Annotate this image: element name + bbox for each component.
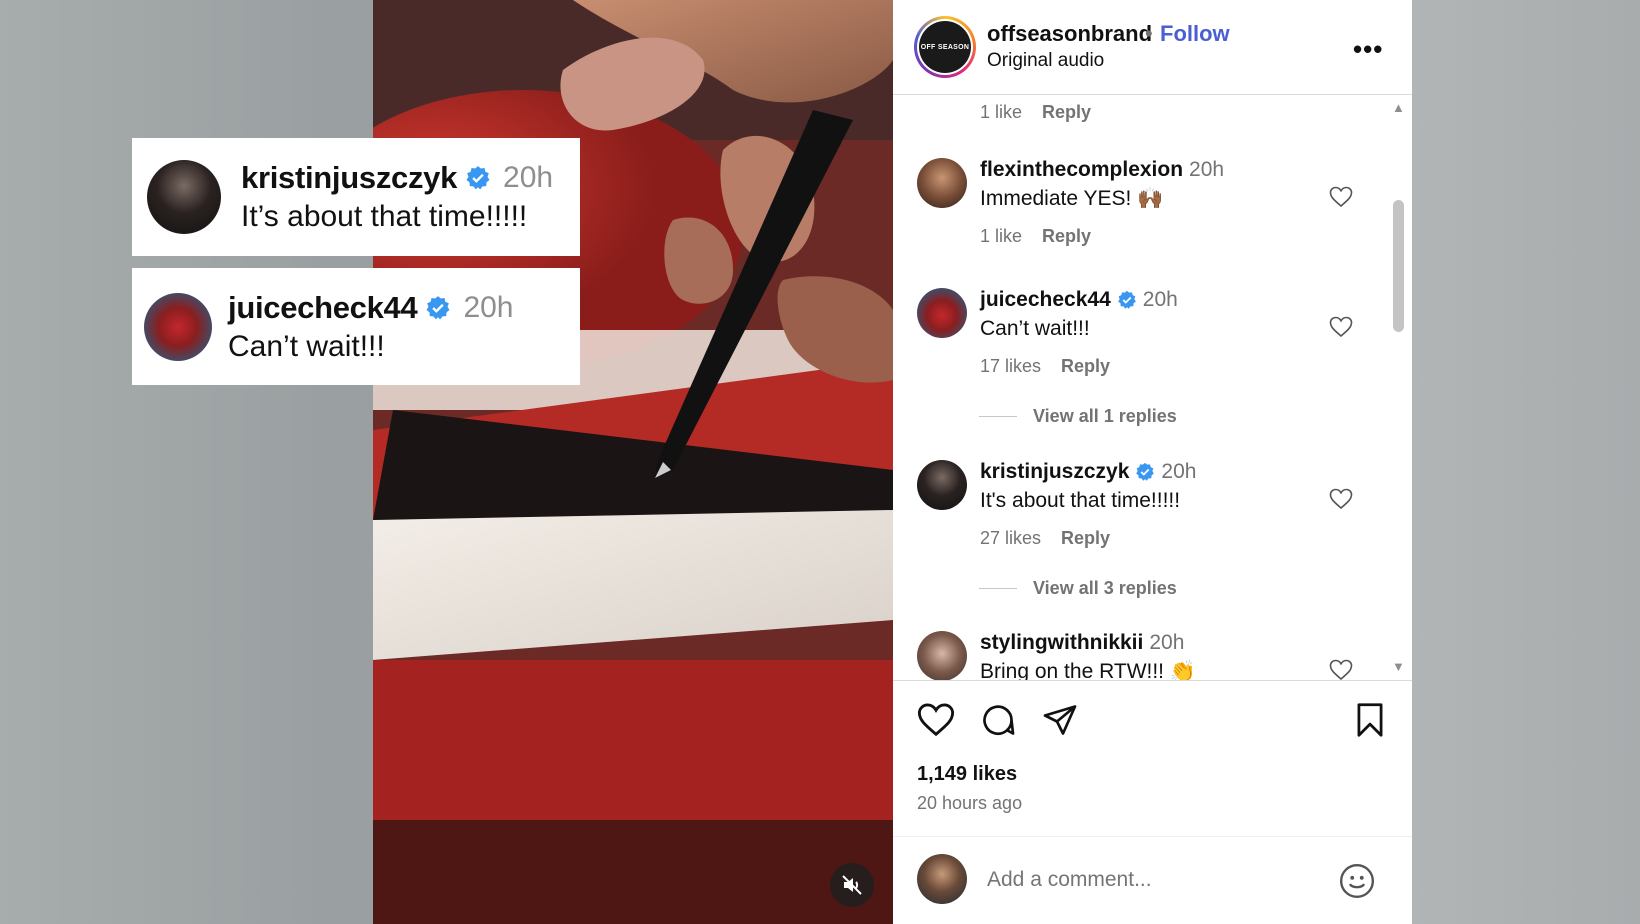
audio-label[interactable]: Original audio	[987, 50, 1104, 72]
add-comment-bar	[893, 836, 1412, 924]
share-icon[interactable]	[1041, 702, 1079, 738]
mute-button[interactable]	[830, 863, 874, 907]
divider	[979, 588, 1017, 589]
likes-count[interactable]: 1 like	[980, 102, 1022, 123]
reply-button[interactable]: Reply	[1061, 356, 1110, 377]
comment-time[interactable]: 20h	[1189, 158, 1224, 182]
avatar[interactable]	[917, 460, 967, 510]
scroll-up-arrow-icon[interactable]: ▲	[1392, 100, 1405, 115]
scrollbar-thumb[interactable]	[1393, 200, 1404, 332]
post-actions: 1,149 likes 20 hours ago	[893, 680, 1412, 813]
overlay-comment-card: kristinjuszczyk 20h It’s about that time…	[132, 138, 580, 256]
view-replies-label[interactable]: View all 1 replies	[1033, 406, 1177, 427]
likes-count[interactable]: 27 likes	[980, 528, 1041, 549]
heart-icon[interactable]	[1329, 488, 1353, 510]
comment-meta: 1 like Reply	[980, 102, 1091, 123]
heart-icon[interactable]	[1329, 186, 1353, 208]
comment-icon[interactable]	[979, 702, 1017, 738]
reply-button[interactable]: Reply	[1061, 528, 1110, 549]
likes-count[interactable]: 17 likes	[980, 356, 1041, 377]
post-panel: OFF SEASON offseasonbrand • Follow Origi…	[893, 0, 1412, 924]
comment-time[interactable]: 20h	[1143, 288, 1178, 312]
comment-meta: 27 likes Reply	[980, 528, 1110, 549]
avatar-logo: OFF SEASON	[919, 21, 971, 73]
comments-list: 1 like Reply flexinthecomplexion 20h Imme…	[893, 96, 1390, 680]
post-time[interactable]: 20 hours ago	[917, 793, 1022, 814]
likes-count[interactable]: 1,149 likes	[917, 763, 1017, 786]
comment-text: Bring on the RTW!!! 👏	[980, 660, 1196, 680]
comment-username[interactable]: flexinthecomplexion	[980, 158, 1183, 182]
username: kristinjuszczyk	[241, 160, 458, 195]
avatar	[144, 292, 212, 361]
verified-badge-icon	[1136, 462, 1155, 481]
verified-badge-icon	[1117, 290, 1136, 309]
bookmark-icon[interactable]	[1353, 702, 1387, 738]
comment-text: It’s about that time!!!!!	[241, 200, 528, 233]
comment-text: It's about that time!!!!!	[980, 489, 1181, 512]
background-right	[1412, 0, 1640, 924]
avatar	[147, 160, 221, 234]
comment-meta: 17 likes Reply	[980, 356, 1110, 377]
avatar[interactable]	[917, 288, 967, 338]
more-horizontal-icon[interactable]: •••	[1353, 34, 1383, 65]
heart-icon[interactable]	[917, 702, 955, 738]
likes-count[interactable]: 1 like	[980, 226, 1022, 247]
post-author-username[interactable]: offseasonbrand	[987, 21, 1152, 47]
comment-username[interactable]: juicecheck44	[980, 288, 1111, 312]
reply-button[interactable]: Reply	[1042, 226, 1091, 247]
post-header: OFF SEASON offseasonbrand • Follow Origi…	[893, 0, 1412, 95]
view-replies-button[interactable]: View all 3 replies	[979, 578, 1177, 599]
heart-icon[interactable]	[1329, 316, 1353, 338]
heart-icon[interactable]	[1329, 659, 1353, 680]
comment-meta: 1 like Reply	[980, 226, 1091, 247]
comment-text: Can’t wait!!!	[980, 317, 1090, 340]
comment-username[interactable]: stylingwithnikkii	[980, 631, 1143, 655]
scrollbar[interactable]: ▲ ▼	[1389, 96, 1409, 680]
avatar[interactable]	[917, 631, 967, 680]
overlay-comment-card: juicecheck44 20h Can’t wait!!!	[132, 268, 580, 385]
comment-text: Immediate YES! 🙌🏾	[980, 187, 1164, 210]
comment-time[interactable]: 20h	[1161, 460, 1196, 484]
speaker-muted-icon	[842, 875, 862, 895]
timestamp: 20h	[463, 290, 514, 324]
comment-input[interactable]	[987, 868, 1307, 892]
comment-text: Can’t wait!!!	[228, 329, 385, 363]
comment-username[interactable]: kristinjuszczyk	[980, 460, 1129, 484]
divider	[979, 416, 1017, 417]
separator-dot: •	[1145, 21, 1153, 46]
timestamp: 20h	[503, 161, 554, 194]
avatar[interactable]	[917, 158, 967, 208]
smiley-icon[interactable]	[1338, 862, 1376, 900]
username: juicecheck44	[228, 289, 418, 325]
verified-badge-icon	[426, 295, 450, 319]
post-author-avatar[interactable]: OFF SEASON	[914, 16, 976, 78]
view-replies-label[interactable]: View all 3 replies	[1033, 578, 1177, 599]
comment-time[interactable]: 20h	[1149, 631, 1184, 655]
verified-badge-icon	[466, 166, 490, 190]
avatar	[917, 854, 967, 904]
reply-button[interactable]: Reply	[1042, 102, 1091, 123]
follow-button[interactable]: Follow	[1160, 21, 1230, 47]
scroll-down-arrow-icon[interactable]: ▼	[1392, 659, 1405, 674]
view-replies-button[interactable]: View all 1 replies	[979, 406, 1177, 427]
